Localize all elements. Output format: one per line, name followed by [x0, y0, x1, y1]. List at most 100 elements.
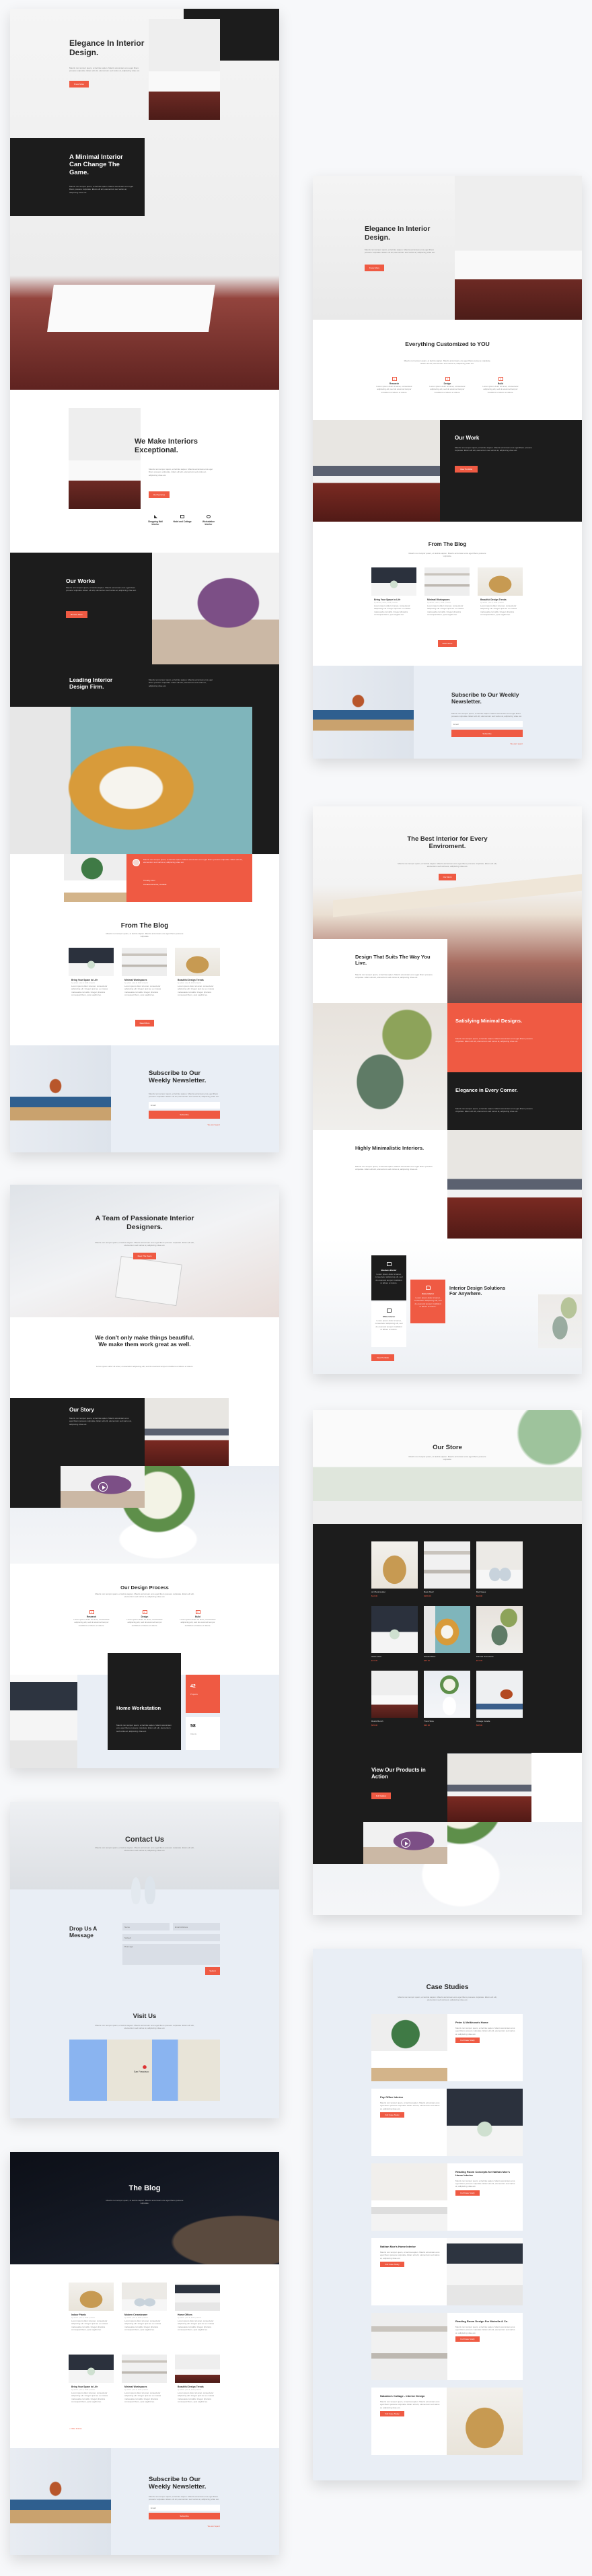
product-image[interactable]	[476, 1671, 523, 1718]
product-card[interactable]: Bud Vases $32.00	[476, 1541, 523, 1597]
product-name[interactable]: Air Plant Holder	[371, 1591, 418, 1593]
post-thumbnail[interactable]	[424, 567, 470, 596]
tile-office-interior[interactable]: Office Interior Lorem ipsum dolor sit am…	[371, 1302, 406, 1347]
blog-post-card[interactable]: Beautiful Design Trends by admin | Jan 8,…	[478, 567, 523, 617]
post-thumbnail[interactable]	[175, 2283, 220, 2311]
know-more-button[interactable]: Know More	[365, 265, 384, 271]
products-video[interactable]	[363, 1822, 447, 1864]
read-more-button[interactable]: Read More	[438, 640, 457, 647]
blog-post-card[interactable]: Minimal Workspaces by admin | Jan 8, 2018…	[122, 948, 167, 997]
blog-post-card[interactable]: Beautiful Design Trends by admin | Jan 8,…	[175, 2355, 220, 2404]
product-name[interactable]: Planted Succulents	[476, 1655, 523, 1658]
email-field[interactable]	[173, 1923, 220, 1930]
tile-home-interior[interactable]: Home Interior Lorem ipsum dolor sit amet…	[410, 1280, 445, 1323]
full-case-study-button[interactable]: Full Case Study	[455, 2190, 480, 2196]
full-case-study-button[interactable]: Full Case Study	[380, 2112, 404, 2118]
product-name[interactable]: Bud Vases	[476, 1591, 523, 1593]
email-input[interactable]	[149, 2505, 220, 2511]
product-image[interactable]	[424, 1671, 470, 1718]
product-card[interactable]: Planted Succulents $24.00	[476, 1606, 523, 1662]
post-title[interactable]: Beautiful Design Trends	[480, 598, 520, 601]
location-map[interactable]: San Francisco	[69, 2040, 220, 2101]
post-title[interactable]: Bring Your Space to Life	[71, 2386, 111, 2388]
message-field[interactable]	[122, 1944, 220, 1965]
view-portfolio-button[interactable]: View Portfolio	[455, 466, 478, 473]
subscribe-button[interactable]: Subscribe	[149, 1111, 220, 1119]
product-name[interactable]: Book Shelf	[424, 1591, 470, 1593]
know-more-button[interactable]: Know More	[69, 81, 89, 88]
product-image[interactable]	[371, 1671, 418, 1718]
product-card[interactable]: Air Plant Holder $12.00	[371, 1541, 418, 1597]
view-portfolio-button[interactable]: View Portfolio	[371, 1354, 394, 1361]
post-thumbnail[interactable]	[122, 2283, 167, 2311]
older-entries-link[interactable]: « Older Entries	[69, 2427, 82, 2430]
subject-field[interactable]	[122, 1934, 220, 1941]
post-title[interactable]: Bring Your Space to Life	[374, 598, 414, 601]
blog-post-card[interactable]: Beautiful Design Trends by admin | Jan 8,…	[175, 948, 220, 997]
product-card[interactable]: Panda Pillow $39.00	[424, 1606, 470, 1662]
submit-button[interactable]: Submit	[205, 1967, 220, 1975]
blog-post-card[interactable]: Home Offices by admin | Jan 8, 2018 | Int…	[175, 2283, 220, 2332]
our-services-button[interactable]: Our Services	[149, 491, 170, 498]
product-card[interactable]: Trunk Slice $36.00	[424, 1671, 470, 1727]
play-icon[interactable]	[98, 1482, 108, 1492]
meet-the-team-button[interactable]: Meet The Team	[133, 1253, 156, 1259]
email-input[interactable]	[451, 721, 523, 727]
product-name[interactable]: Glass Vase	[371, 1655, 418, 1658]
post-title[interactable]: Bring Your Space to Life	[71, 979, 111, 981]
full-case-study-button[interactable]: Full Case Study	[380, 2262, 404, 2268]
full-case-study-button[interactable]: Full Case Study	[380, 2411, 404, 2417]
post-title[interactable]: Indoor Plants	[71, 2313, 111, 2316]
post-thumbnail[interactable]	[371, 567, 416, 596]
our-work-button[interactable]: Our Work	[439, 874, 456, 880]
post-thumbnail[interactable]	[69, 2355, 114, 2383]
full-gallery-button[interactable]: Full Gallery	[371, 1792, 391, 1799]
name-field[interactable]	[122, 1923, 170, 1930]
post-title[interactable]: Home Offices	[178, 2313, 217, 2316]
blog-post-card[interactable]: Bring Your Space to Life by admin | Jan 8…	[371, 567, 416, 617]
product-image[interactable]	[371, 1541, 418, 1589]
post-thumbnail[interactable]	[69, 948, 114, 976]
product-name[interactable]: Rustic Bench	[371, 1720, 418, 1722]
product-image[interactable]	[424, 1606, 470, 1653]
product-card[interactable]: Rustic Bench $65.00	[371, 1671, 418, 1727]
tile-business-interior[interactable]: Business Interior Lorem ipsum dolor sit …	[371, 1255, 406, 1300]
product-name[interactable]: Trunk Slice	[424, 1720, 470, 1722]
post-thumbnail[interactable]	[122, 948, 167, 976]
story-video[interactable]	[61, 1466, 145, 1508]
post-title[interactable]: Minimal Workspaces	[124, 2386, 164, 2388]
browse-more-button[interactable]: Browse More	[66, 611, 87, 618]
product-name[interactable]: Vintage Candle	[476, 1720, 523, 1722]
full-case-study-button[interactable]: Full Case Study	[455, 2038, 480, 2044]
blog-post-card[interactable]: Minimal Workspaces by admin | Jan 8, 2018…	[424, 567, 470, 617]
product-card[interactable]: Vintage Candle $38.00	[476, 1671, 523, 1727]
post-thumbnail[interactable]	[478, 567, 523, 596]
full-case-study-button[interactable]: Full Case Study	[455, 2336, 480, 2342]
post-title[interactable]: Minimal Workspaces	[124, 979, 164, 981]
blog-post-card[interactable]: Modern Ceramicware by admin | Jan 8, 2018…	[122, 2283, 167, 2332]
post-title[interactable]: Modern Ceramicware	[124, 2313, 164, 2316]
subscribe-button[interactable]: Subscribe	[149, 2513, 220, 2519]
product-card[interactable]: Glass Vase $12.00	[371, 1606, 418, 1662]
post-title[interactable]: Beautiful Design Trends	[178, 2386, 217, 2388]
post-thumbnail[interactable]	[122, 2355, 167, 2383]
product-name[interactable]: Panda Pillow	[424, 1655, 470, 1658]
blog-post-card[interactable]: Indoor Plants by admin | Jan 8, 2018 | In…	[69, 2283, 114, 2332]
post-thumbnail[interactable]	[69, 2283, 114, 2311]
email-input[interactable]	[149, 1102, 220, 1109]
product-image[interactable]	[424, 1541, 470, 1589]
post-thumbnail[interactable]	[175, 948, 220, 976]
subscribe-button[interactable]: Subscribe	[451, 730, 523, 737]
product-image[interactable]	[476, 1606, 523, 1653]
product-card[interactable]: Book Shelf $189.00	[424, 1541, 470, 1597]
product-image[interactable]	[371, 1606, 418, 1653]
product-image[interactable]	[476, 1541, 523, 1589]
blog-post-card[interactable]: Bring Your Space to Life by admin | Jan 8…	[69, 948, 114, 997]
post-title[interactable]: Minimal Workspaces	[427, 598, 467, 601]
read-more-button[interactable]: Read More	[135, 1020, 154, 1026]
post-title[interactable]: Beautiful Design Trends	[178, 979, 217, 981]
play-icon[interactable]	[400, 1838, 410, 1848]
blog-post-card[interactable]: Bring Your Space to Life by admin | Jan 8…	[69, 2355, 114, 2404]
blog-post-card[interactable]: Minimal Workspaces by admin | Jan 8, 2018…	[122, 2355, 167, 2404]
post-thumbnail[interactable]	[175, 2355, 220, 2383]
